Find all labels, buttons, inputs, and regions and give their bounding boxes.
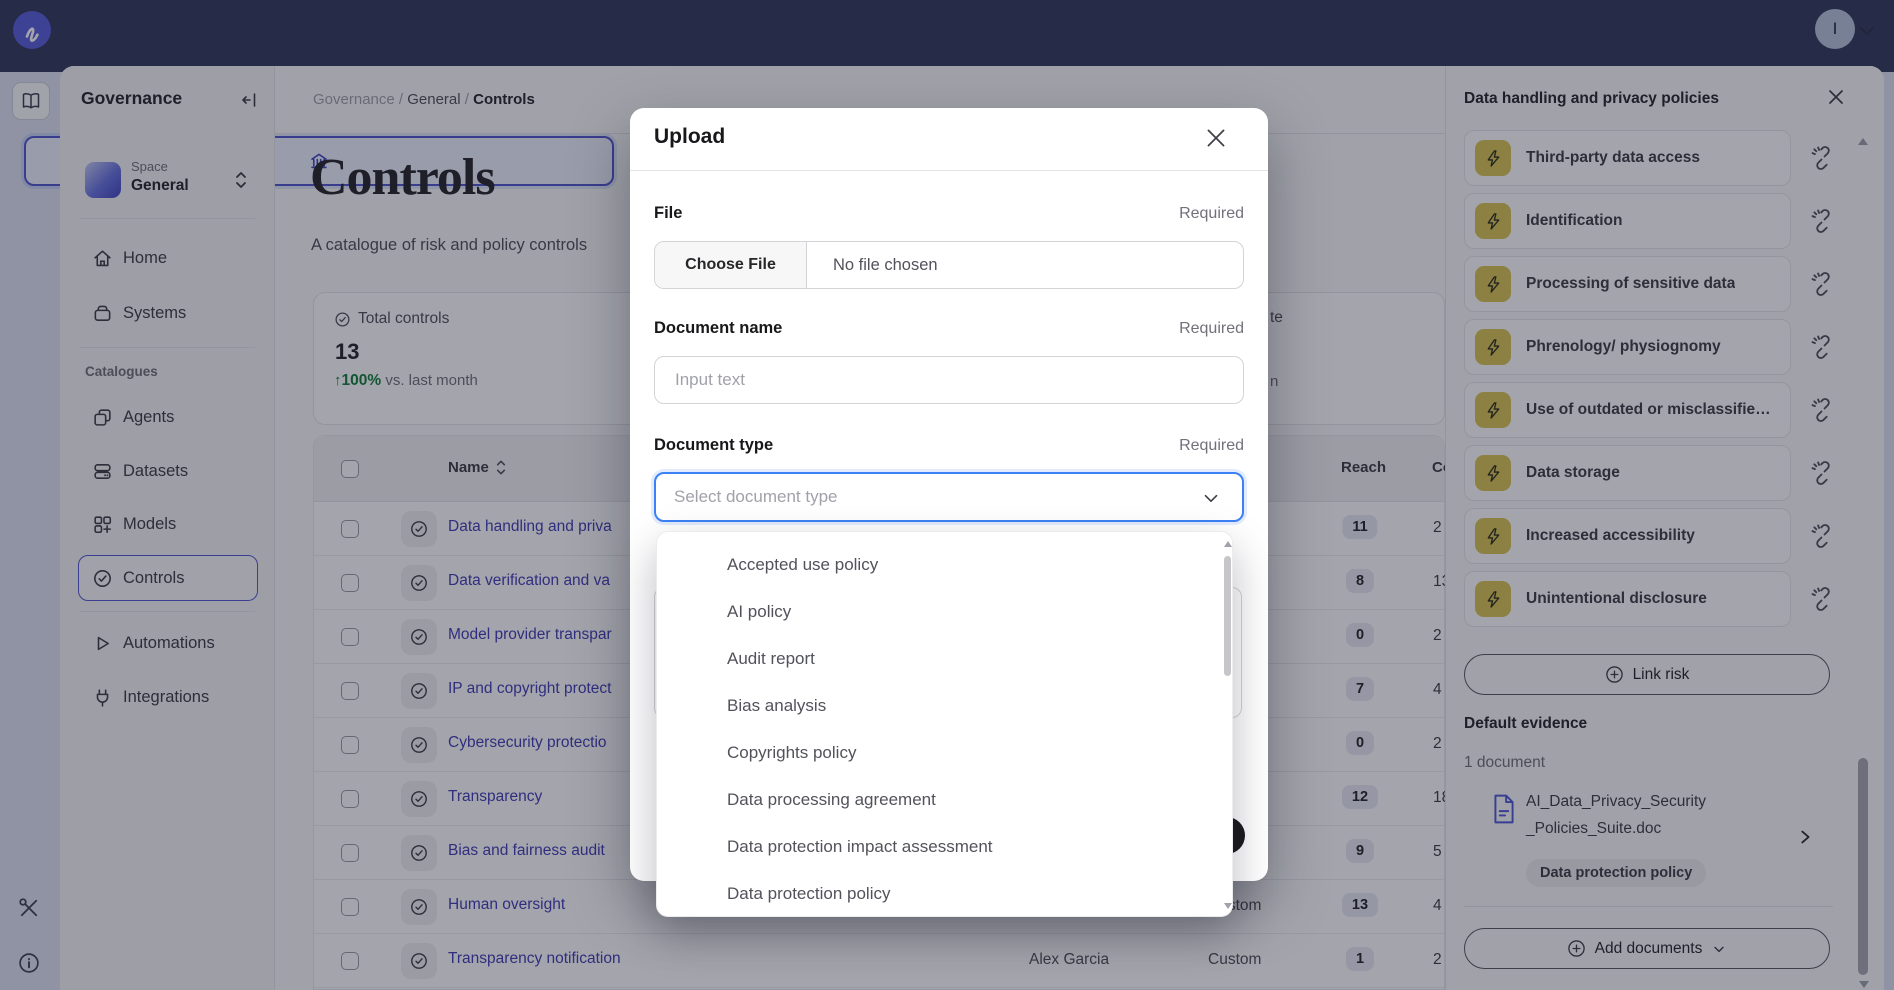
document-name-field-row: Document name Required [654, 319, 1244, 338]
option-label: Bias analysis [727, 696, 826, 716]
document-type-field-row: Document type Required [654, 436, 1244, 455]
dropdown-scrollbar-thumb[interactable] [1224, 556, 1231, 676]
required-badge: Required [1179, 205, 1244, 223]
document-type-option[interactable]: Audit report [657, 635, 1213, 682]
app-root: I Governance [0, 0, 1894, 990]
document-type-option[interactable]: Copyrights policy [657, 729, 1213, 776]
option-label: Data processing agreement [727, 790, 936, 810]
document-type-label: Document type [654, 436, 773, 455]
file-status-text: No file chosen [833, 256, 938, 275]
dropdown-options: Accepted use policy AI policy Audit repo… [657, 541, 1213, 917]
option-label: Data protection impact assessment [727, 837, 993, 857]
document-type-option[interactable]: Bias analysis [657, 682, 1213, 729]
chevron-down-icon [1200, 487, 1222, 509]
option-label: Audit report [727, 649, 815, 669]
scroll-down-arrow[interactable] [1224, 903, 1232, 909]
required-badge: Required [1179, 320, 1244, 338]
document-type-option[interactable]: Data processing agreement [657, 776, 1213, 823]
document-name-input[interactable] [654, 356, 1244, 404]
choose-file-button[interactable]: Choose File [655, 242, 807, 288]
file-label: File [654, 204, 682, 223]
document-type-option[interactable]: AI policy [657, 588, 1213, 635]
file-field-row: File Required [654, 204, 1244, 223]
document-type-option[interactable]: Data protection policy [657, 870, 1213, 917]
select-placeholder: Select document type [674, 487, 837, 507]
modal-close-icon[interactable] [1203, 125, 1229, 151]
option-label: Accepted use policy [727, 555, 878, 575]
scroll-up-arrow[interactable] [1224, 541, 1232, 547]
modal-title: Upload [654, 125, 725, 149]
document-type-option[interactable]: Data protection impact assessment [657, 823, 1213, 870]
file-input[interactable]: Choose File No file chosen [654, 241, 1244, 289]
dropdown-scrollbar[interactable] [1223, 537, 1232, 913]
option-label: Data protection policy [727, 884, 890, 904]
document-name-label: Document name [654, 319, 782, 338]
option-label: AI policy [727, 602, 791, 622]
option-label: Copyrights policy [727, 743, 856, 763]
document-type-dropdown: Accepted use policy AI policy Audit repo… [656, 531, 1233, 917]
modal-header-divider [630, 170, 1268, 171]
document-type-option[interactable]: Accepted use policy [657, 541, 1213, 588]
document-type-select[interactable]: Select document type [654, 472, 1244, 522]
required-badge: Required [1179, 437, 1244, 455]
